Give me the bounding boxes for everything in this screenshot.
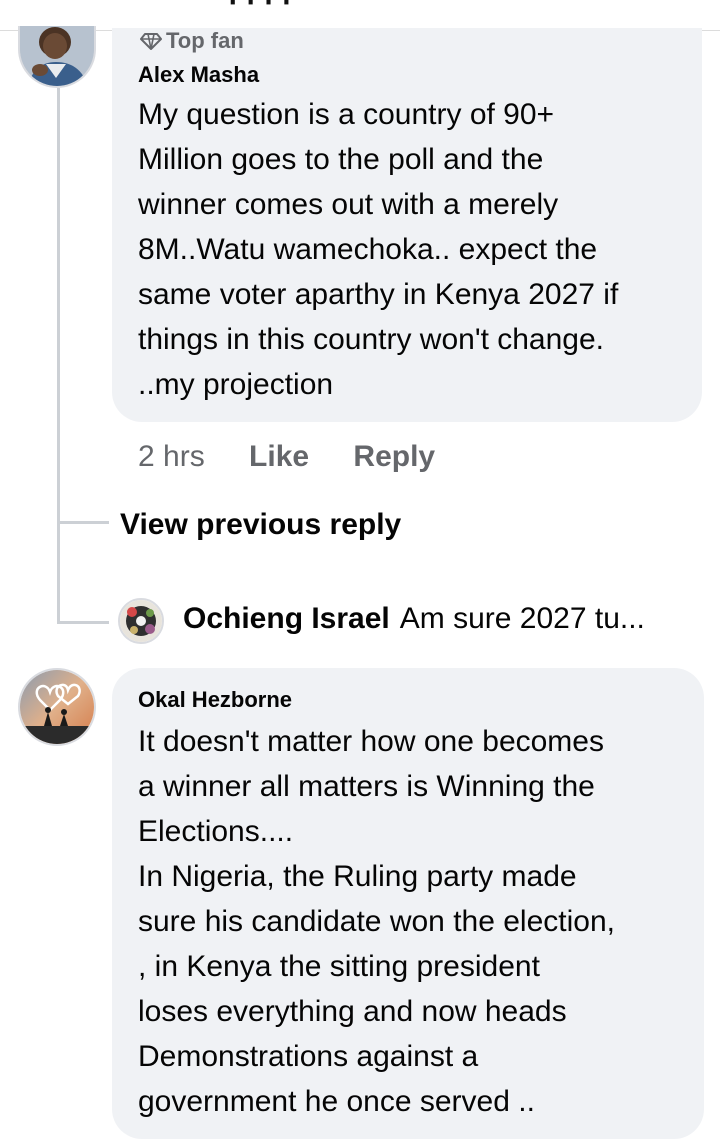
thread-line-view-previous xyxy=(57,521,109,524)
thread-line-vertical xyxy=(57,88,60,624)
avatar-photo xyxy=(20,670,94,744)
view-previous-reply-link[interactable]: View previous reply xyxy=(120,508,401,542)
top-fan-badge: Top fan xyxy=(140,28,244,54)
comment-text: My question is a country of 90+ Million … xyxy=(138,92,618,407)
reply-author[interactable]: Ochieng Israel xyxy=(183,602,390,635)
header-cutoff-glyphs: ‧ ‧ ‧ ‧ xyxy=(228,0,292,20)
comment-timestamp[interactable]: 2 hrs xyxy=(138,440,205,474)
comment-line: It doesn't matter how one becomes xyxy=(138,725,604,758)
top-header-strip: ‧ ‧ ‧ ‧ xyxy=(0,0,720,31)
badge-label: Top fan xyxy=(166,28,244,53)
comment-line: things in this country won't change. xyxy=(138,323,604,356)
comment-line: winner comes out with a merely xyxy=(138,188,559,221)
comment-line: loses everything and now heads xyxy=(138,995,567,1028)
comment-line: , in Kenya the sitting president xyxy=(138,950,540,983)
comment-line: 8M..Watu wamechoka.. expect the xyxy=(138,233,598,266)
reply-snippet: Am sure 2027 tu... xyxy=(399,602,645,635)
comment-line: government he once served .. xyxy=(138,1085,535,1118)
comment-line: My question is a country of 90+ xyxy=(138,98,555,131)
comment-actions: 2 hrs Like Reply xyxy=(138,440,435,474)
comment-line: a winner all matters is Winning the xyxy=(138,770,595,803)
reply-avatar[interactable] xyxy=(118,598,164,644)
comment-line: sure his candidate won the election, xyxy=(138,905,615,938)
reply-button[interactable]: Reply xyxy=(353,440,435,474)
comment-line: Million goes to the poll and the xyxy=(138,143,544,176)
avatar-photo xyxy=(20,26,94,86)
comment-line: In Nigeria, the Ruling party made xyxy=(138,860,577,893)
comment-line: Elections.... xyxy=(138,815,294,848)
comment-line: same voter aparthy in Kenya 2027 if xyxy=(138,278,619,311)
thread-line-reply xyxy=(57,621,109,624)
like-button[interactable]: Like xyxy=(249,440,309,474)
comment-author[interactable]: Alex Masha xyxy=(138,62,259,88)
avatar[interactable] xyxy=(18,26,96,88)
comment-line: ..my projection xyxy=(138,368,334,401)
reply-preview[interactable]: Ochieng Israel Am sure 2027 tu... xyxy=(183,602,645,636)
comment-line: Demonstrations against a xyxy=(138,1040,479,1073)
comment-author[interactable]: Okal Hezborne xyxy=(138,687,292,713)
comment-text: It doesn't matter how one becomes a winn… xyxy=(138,719,615,1124)
avatar[interactable] xyxy=(18,668,96,746)
diamond-icon xyxy=(140,33,162,50)
reply-avatar-photo xyxy=(120,600,162,642)
